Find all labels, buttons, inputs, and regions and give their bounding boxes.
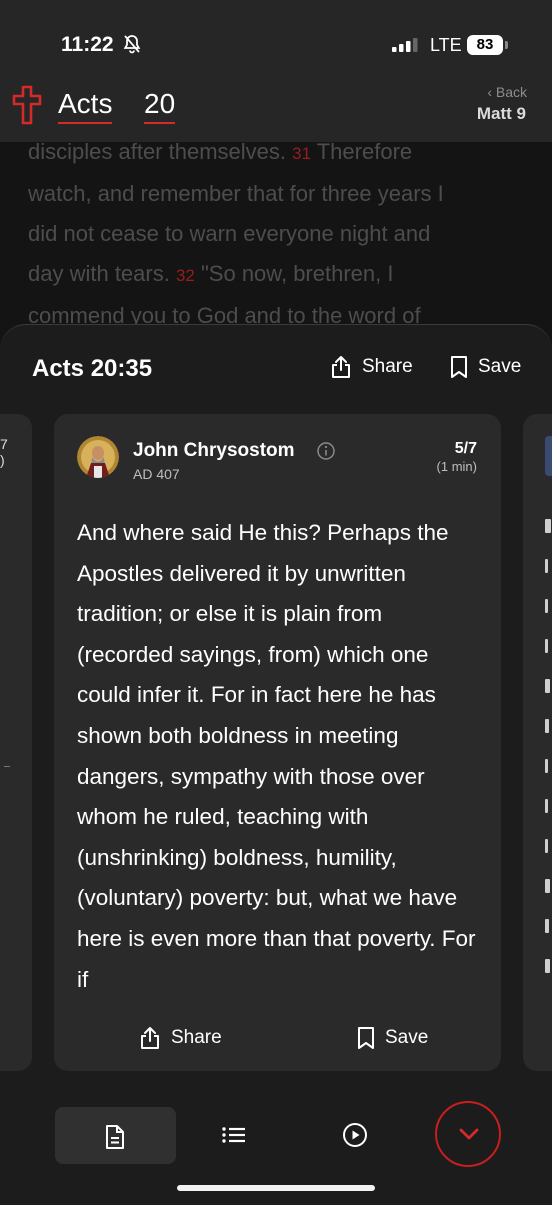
commentary-card: John Chrysostom AD 407 5/7 (1 min) And w…: [54, 414, 501, 1071]
sheet-save-button[interactable]: Save: [450, 355, 521, 379]
peek-text-fragment: [545, 839, 548, 853]
bookmark-icon: [358, 1027, 374, 1049]
card-save-label: Save: [385, 1027, 429, 1048]
battery-tip: [505, 41, 508, 49]
author-date: AD 407: [133, 466, 180, 482]
verse-number[interactable]: 31: [292, 144, 311, 163]
sheet-share-button[interactable]: Share: [330, 355, 413, 379]
card-counter: 5/7: [454, 440, 477, 457]
peek-text-fragment: [545, 679, 550, 693]
chapter-selector[interactable]: 20: [144, 88, 176, 124]
peek-text-fragment: [545, 599, 548, 613]
book-selector[interactable]: Acts: [58, 88, 113, 124]
peek-text-fragment: [545, 919, 549, 933]
status-bar: 11:22 LTE 83: [0, 0, 552, 80]
peek-text-fragment: [545, 879, 550, 893]
peek-avatar: [545, 436, 552, 476]
play-icon[interactable]: [342, 1122, 368, 1153]
peek-text-fragment: [545, 639, 548, 653]
tab-text[interactable]: [55, 1107, 176, 1164]
back-button[interactable]: Matt 9: [477, 104, 526, 124]
peek-text-fragment: [545, 799, 548, 813]
bookmark-icon: [451, 356, 467, 378]
card-save-button[interactable]: Save: [357, 1026, 428, 1050]
signal-icon: [392, 38, 420, 57]
document-icon: [106, 1125, 124, 1149]
sheet-share-label: Share: [362, 356, 413, 377]
peek-text-fragment: [545, 759, 548, 773]
peek-counter: 7): [0, 436, 8, 468]
peek-text-fragment: [545, 719, 549, 733]
peek-text-fragment: [545, 519, 551, 533]
home-indicator[interactable]: [177, 1185, 375, 1191]
cross-logo-icon[interactable]: [10, 83, 44, 132]
collapse-sheet-button[interactable]: [435, 1101, 501, 1167]
next-commentary-card[interactable]: [523, 414, 552, 1071]
previous-commentary-card[interactable]: 7): [0, 414, 32, 1071]
battery-icon: 83: [467, 35, 503, 55]
share-icon: [141, 1027, 159, 1049]
sheet-title: Acts 20:35: [32, 355, 153, 382]
scripture-line: day with tears. 32 "So now, brethren, I: [28, 261, 394, 286]
back-label[interactable]: ‹ Back: [487, 84, 527, 100]
chevron-down-icon: [459, 1128, 479, 1140]
info-icon[interactable]: [316, 441, 336, 466]
peek-divider: [4, 766, 10, 767]
network-label: LTE: [430, 35, 462, 55]
verse-number[interactable]: 32: [176, 266, 195, 285]
scripture-line: did not cease to warn everyone night and: [28, 221, 431, 246]
list-icon[interactable]: [221, 1125, 247, 1150]
author-avatar[interactable]: [77, 436, 119, 478]
sheet-save-label: Save: [478, 356, 522, 377]
bell-slash-icon: [122, 34, 142, 59]
author-name[interactable]: John Chrysostom: [133, 440, 295, 462]
status-time: 11:22: [61, 33, 114, 56]
card-share-button[interactable]: Share: [139, 1026, 222, 1050]
commentary-sheet: Acts 20:35 Share Save 7) John Chrysostom…: [0, 324, 552, 1205]
commentary-text: And where said He this? Perhaps the Apos…: [77, 520, 476, 992]
share-icon: [332, 356, 350, 378]
card-share-label: Share: [171, 1027, 222, 1048]
scripture-line: watch, and remember that for three years…: [28, 181, 444, 206]
read-duration: (1 min): [436, 459, 477, 474]
scripture-text: disciples after themselves. 31 Therefore…: [28, 132, 528, 336]
peek-text-fragment: [545, 959, 550, 973]
peek-text-fragment: [545, 559, 548, 573]
scripture-line: disciples after themselves. 31 Therefore: [28, 139, 413, 164]
